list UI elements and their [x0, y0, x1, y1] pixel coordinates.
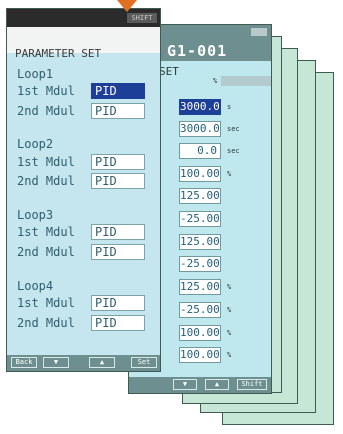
up-key[interactable]: ▲ — [89, 357, 115, 368]
param-value-field[interactable]: 3000.0 — [179, 121, 221, 137]
param-value-field[interactable]: 125.00 — [179, 234, 221, 250]
page-title: PARAMETER SET — [15, 47, 102, 60]
mode-select[interactable]: PID — [91, 244, 145, 260]
down-key[interactable]: ▼ — [43, 357, 69, 368]
loop-heading: Loop1 — [17, 67, 54, 81]
param-unit: % — [227, 351, 232, 359]
param-value-field[interactable]: 100.00 — [179, 166, 221, 182]
detail-function-bar: ▼ ▲ Shift — [129, 377, 271, 393]
mode-select[interactable]: PID — [91, 103, 145, 119]
status-badge: SHIFT — [127, 13, 157, 23]
mode-select[interactable]: PID — [91, 315, 145, 331]
detail-title: G1-001 — [167, 42, 228, 60]
detail-column-header — [221, 76, 271, 86]
detail-shift-key[interactable]: Shift — [237, 379, 267, 390]
param-unit: % — [227, 306, 232, 314]
param-value-field[interactable]: -25.00 — [179, 211, 221, 227]
mode-label: 1st Mdul — [17, 225, 75, 239]
parameter-set-screen: SHIFT PARAMETER SET Loop1 1st Mdul PID 2… — [6, 8, 161, 372]
set-key[interactable]: Set — [131, 357, 157, 368]
function-key-bar: Back ▼ ▲ Set — [7, 355, 160, 371]
title-bar: PARAMETER SET — [7, 27, 160, 60]
detail-up-key[interactable]: ▲ — [205, 379, 229, 390]
mode-select[interactable]: PID — [91, 173, 145, 189]
param-value-field[interactable]: 125.00 — [179, 188, 221, 204]
mode-label: 2nd Mdul — [17, 316, 75, 330]
detail-subtitle: SET — [159, 65, 179, 78]
mode-label: 2nd Mdul — [17, 174, 75, 188]
param-value-field[interactable]: -25.00 — [179, 302, 221, 318]
detail-down-key[interactable]: ▼ — [173, 379, 197, 390]
mode-label: 1st Mdul — [17, 155, 75, 169]
param-value-field[interactable]: -25.00 — [179, 256, 221, 272]
detail-header-unit: % — [213, 77, 218, 85]
mode-label: 2nd Mdul — [17, 104, 75, 118]
mode-label: 2nd Mdul — [17, 245, 75, 259]
param-value-field[interactable]: 3000.0 — [179, 99, 221, 115]
param-value-field[interactable]: 100.00 — [179, 347, 221, 363]
mode-label: 1st Mdul — [17, 84, 75, 98]
pointer-arrow-icon — [117, 0, 137, 12]
param-unit: % — [227, 170, 232, 178]
loop-heading: Loop4 — [17, 279, 54, 293]
loop-heading: Loop3 — [17, 208, 54, 222]
param-unit: % — [227, 283, 232, 291]
param-unit: % — [227, 329, 232, 337]
mode-select[interactable]: PID — [91, 295, 145, 311]
param-unit: sec — [227, 147, 240, 155]
loop-heading: Loop2 — [17, 137, 54, 151]
detail-status-block — [251, 28, 267, 36]
mode-select[interactable]: PID — [91, 83, 145, 99]
param-value-field[interactable]: 100.00 — [179, 325, 221, 341]
mode-select[interactable]: PID — [91, 154, 145, 170]
mode-select[interactable]: PID — [91, 224, 145, 240]
top-status-bar: SHIFT — [7, 9, 160, 27]
param-unit: s — [227, 103, 232, 111]
back-key[interactable]: Back — [11, 357, 37, 368]
param-unit: sec — [227, 125, 240, 133]
param-value-field[interactable]: 125.00 — [179, 279, 221, 295]
param-value-field[interactable]: 0.0 — [179, 143, 221, 159]
mode-label: 1st Mdul — [17, 296, 75, 310]
